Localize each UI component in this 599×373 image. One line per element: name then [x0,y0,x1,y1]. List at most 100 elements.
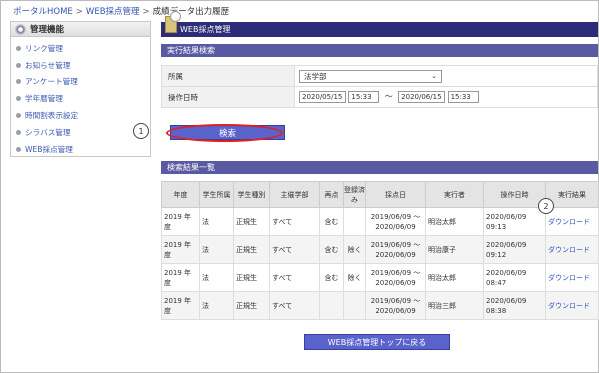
cell-registered: 除く [343,263,366,292]
cell-user: 明治三郎 [425,291,484,320]
sidebar-header: 管理機能 [11,22,150,37]
column-header: 実行者 [425,181,484,208]
cell-regrade [319,291,344,320]
cell-type: 正規生 [233,291,270,320]
sidebar-item-label[interactable]: リンク管理 [25,43,63,54]
breadcrumb-web-grading-link[interactable]: WEB採点管理 [86,7,140,17]
cell-regrade: 含む [319,263,344,292]
form-row-department: 所属 法学部 ⌄ [161,65,598,87]
sidebar-item-survey-management[interactable]: アンケート管理 [16,74,150,91]
cell-operation-time: 2020/06/09 08:47 [483,263,546,292]
cell-dept: 法 [199,207,234,236]
results-section-heading: 検索結果一覧 [161,161,598,174]
table-row: 2019 年度 法 正規生 すべて 含む 2019/06/09 ～2020/06… [161,207,599,236]
bullet-icon [16,79,21,85]
bullet-icon [16,45,21,51]
sidebar-item-label[interactable]: WEB採点管理 [25,144,73,155]
bullet-icon [16,96,21,102]
sidebar-item-link-management[interactable]: リンク管理 [16,40,150,57]
column-header: 登録済み [343,181,366,208]
cell-year: 2019 年度 [161,235,200,264]
sidebar-item-label[interactable]: アンケート管理 [25,76,78,87]
cell-host: すべて [269,291,320,320]
range-separator: ～ [384,92,393,101]
sidebar-item-syllabus-management[interactable]: シラバス管理 [16,124,150,141]
bullet-icon [16,62,21,68]
results-section: 検索結果一覧 年度 学生所属 学生種別 主催学部 再点 登録済み 採点日 実行者… [161,161,599,320]
download-link[interactable]: ダウンロード [545,263,599,292]
from-date-input[interactable]: 2020/05/15 [299,91,346,103]
bullet-icon [16,113,21,119]
department-select[interactable]: 法学部 ⌄ [299,69,442,83]
breadcrumb-separator: > [142,7,150,17]
results-table: 年度 学生所属 学生種別 主催学部 再点 登録済み 採点日 実行者 操作日時 実… [161,181,599,320]
cell-period: 2019/06/09 ～2020/06/09 [365,263,426,292]
download-link[interactable]: ダウンロード [545,207,599,236]
cell-operation-time: 2020/06/09 09:12 [483,235,546,264]
sidebar-item-notice-management[interactable]: お知らせ管理 [16,57,150,74]
column-header: 年度 [161,181,200,208]
callout-marker-2: 2 [538,198,554,214]
cell-host: すべて [269,235,320,264]
search-form: 所属 法学部 ⌄ 操作日時 2020/05/15 15:33 ～ 2020/06… [161,65,598,108]
cell-dept: 法 [199,235,234,264]
column-header: 学生種別 [233,181,270,208]
sidebar-item-label[interactable]: 時間割表示設定 [25,110,78,121]
search-section: 実行結果検索 所属 法学部 ⌄ 操作日時 2020/05/15 15:33 ～ … [161,44,598,108]
cell-user: 明治康子 [425,235,484,264]
admin-sidebar: 管理機能 リンク管理 お知らせ管理 アンケート管理 学年暦管理 時間割表示設定 … [10,21,151,157]
results-header-row: 年度 学生所属 学生種別 主催学部 再点 登録済み 採点日 実行者 操作日時 実… [161,181,599,208]
sidebar-item-calendar-management[interactable]: 学年暦管理 [16,90,150,107]
sidebar-title: 管理機能 [30,25,65,35]
column-header: 操作日時 [483,181,546,208]
callout-marker-1: 1 [133,123,149,139]
sidebar-item-web-grading[interactable]: WEB採点管理 [16,141,150,158]
column-header: 主催学部 [269,181,320,208]
cell-user: 明治太郎 [425,207,484,236]
from-time-input[interactable]: 15:33 [348,91,380,103]
search-section-heading: 実行結果検索 [161,44,598,57]
cell-host: すべて [269,207,320,236]
cell-period: 2019/06/09 ～2020/06/09 [365,207,426,236]
cell-type: 正規生 [233,235,270,264]
cell-registered: 除く [343,235,366,264]
cell-regrade: 含む [319,207,344,236]
department-select-value: 法学部 [304,71,327,81]
column-header: 再点 [319,181,344,208]
document-icon [165,11,181,33]
to-date-input[interactable]: 2020/06/15 [398,91,446,103]
table-row: 2019 年度 法 正規生 すべて 含む 除く 2019/06/09 ～2020… [161,263,599,292]
sidebar-item-timetable-settings[interactable]: 時間割表示設定 [16,107,150,124]
cell-operation-time: 2020/06/09 09:13 [483,207,546,236]
column-header: 学生所属 [199,181,234,208]
sidebar-item-label[interactable]: シラバス管理 [25,127,71,138]
operation-date-label: 操作日時 [161,86,295,108]
cell-year: 2019 年度 [161,291,200,320]
department-label: 所属 [161,65,295,87]
highlight-ellipse [166,124,283,142]
back-to-top-button[interactable]: WEB採点管理トップに戻る [304,334,450,350]
sidebar-menu: リンク管理 お知らせ管理 アンケート管理 学年暦管理 時間割表示設定 シラバス管… [11,37,150,158]
table-row: 2019 年度 法 正規生 すべて 2019/06/09 ～2020/06/09… [161,291,599,320]
sidebar-item-label[interactable]: お知らせ管理 [25,60,70,71]
table-row: 2019 年度 法 正規生 すべて 含む 除く 2019/06/09 ～2020… [161,235,599,264]
to-time-input[interactable]: 15:33 [447,91,479,103]
cell-regrade: 含む [319,235,344,264]
chevron-down-icon: ⌄ [431,72,437,80]
cell-period: 2019/06/09 ～2020/06/09 [365,291,426,320]
breadcrumb: ポータルHOME > WEB採点管理 > 成績データ出力履歴 [13,5,229,17]
sidebar-item-label[interactable]: 学年暦管理 [25,93,63,104]
form-row-operation-date: 操作日時 2020/05/15 15:33 ～ 2020/06/15 15:33 [161,86,598,108]
download-link[interactable]: ダウンロード [545,235,599,264]
cell-registered [343,207,366,236]
cell-dept: 法 [199,291,234,320]
cell-host: すべて [269,263,320,292]
cell-user: 明治太郎 [425,263,484,292]
page-title: WEB採点管理 [180,25,231,34]
gear-icon [15,23,26,35]
cell-operation-time: 2020/06/09 08:38 [483,291,546,320]
cell-dept: 法 [199,263,234,292]
breadcrumb-home-link[interactable]: ポータルHOME [13,7,73,17]
download-link[interactable]: ダウンロード [545,291,599,320]
bullet-icon [16,129,21,135]
